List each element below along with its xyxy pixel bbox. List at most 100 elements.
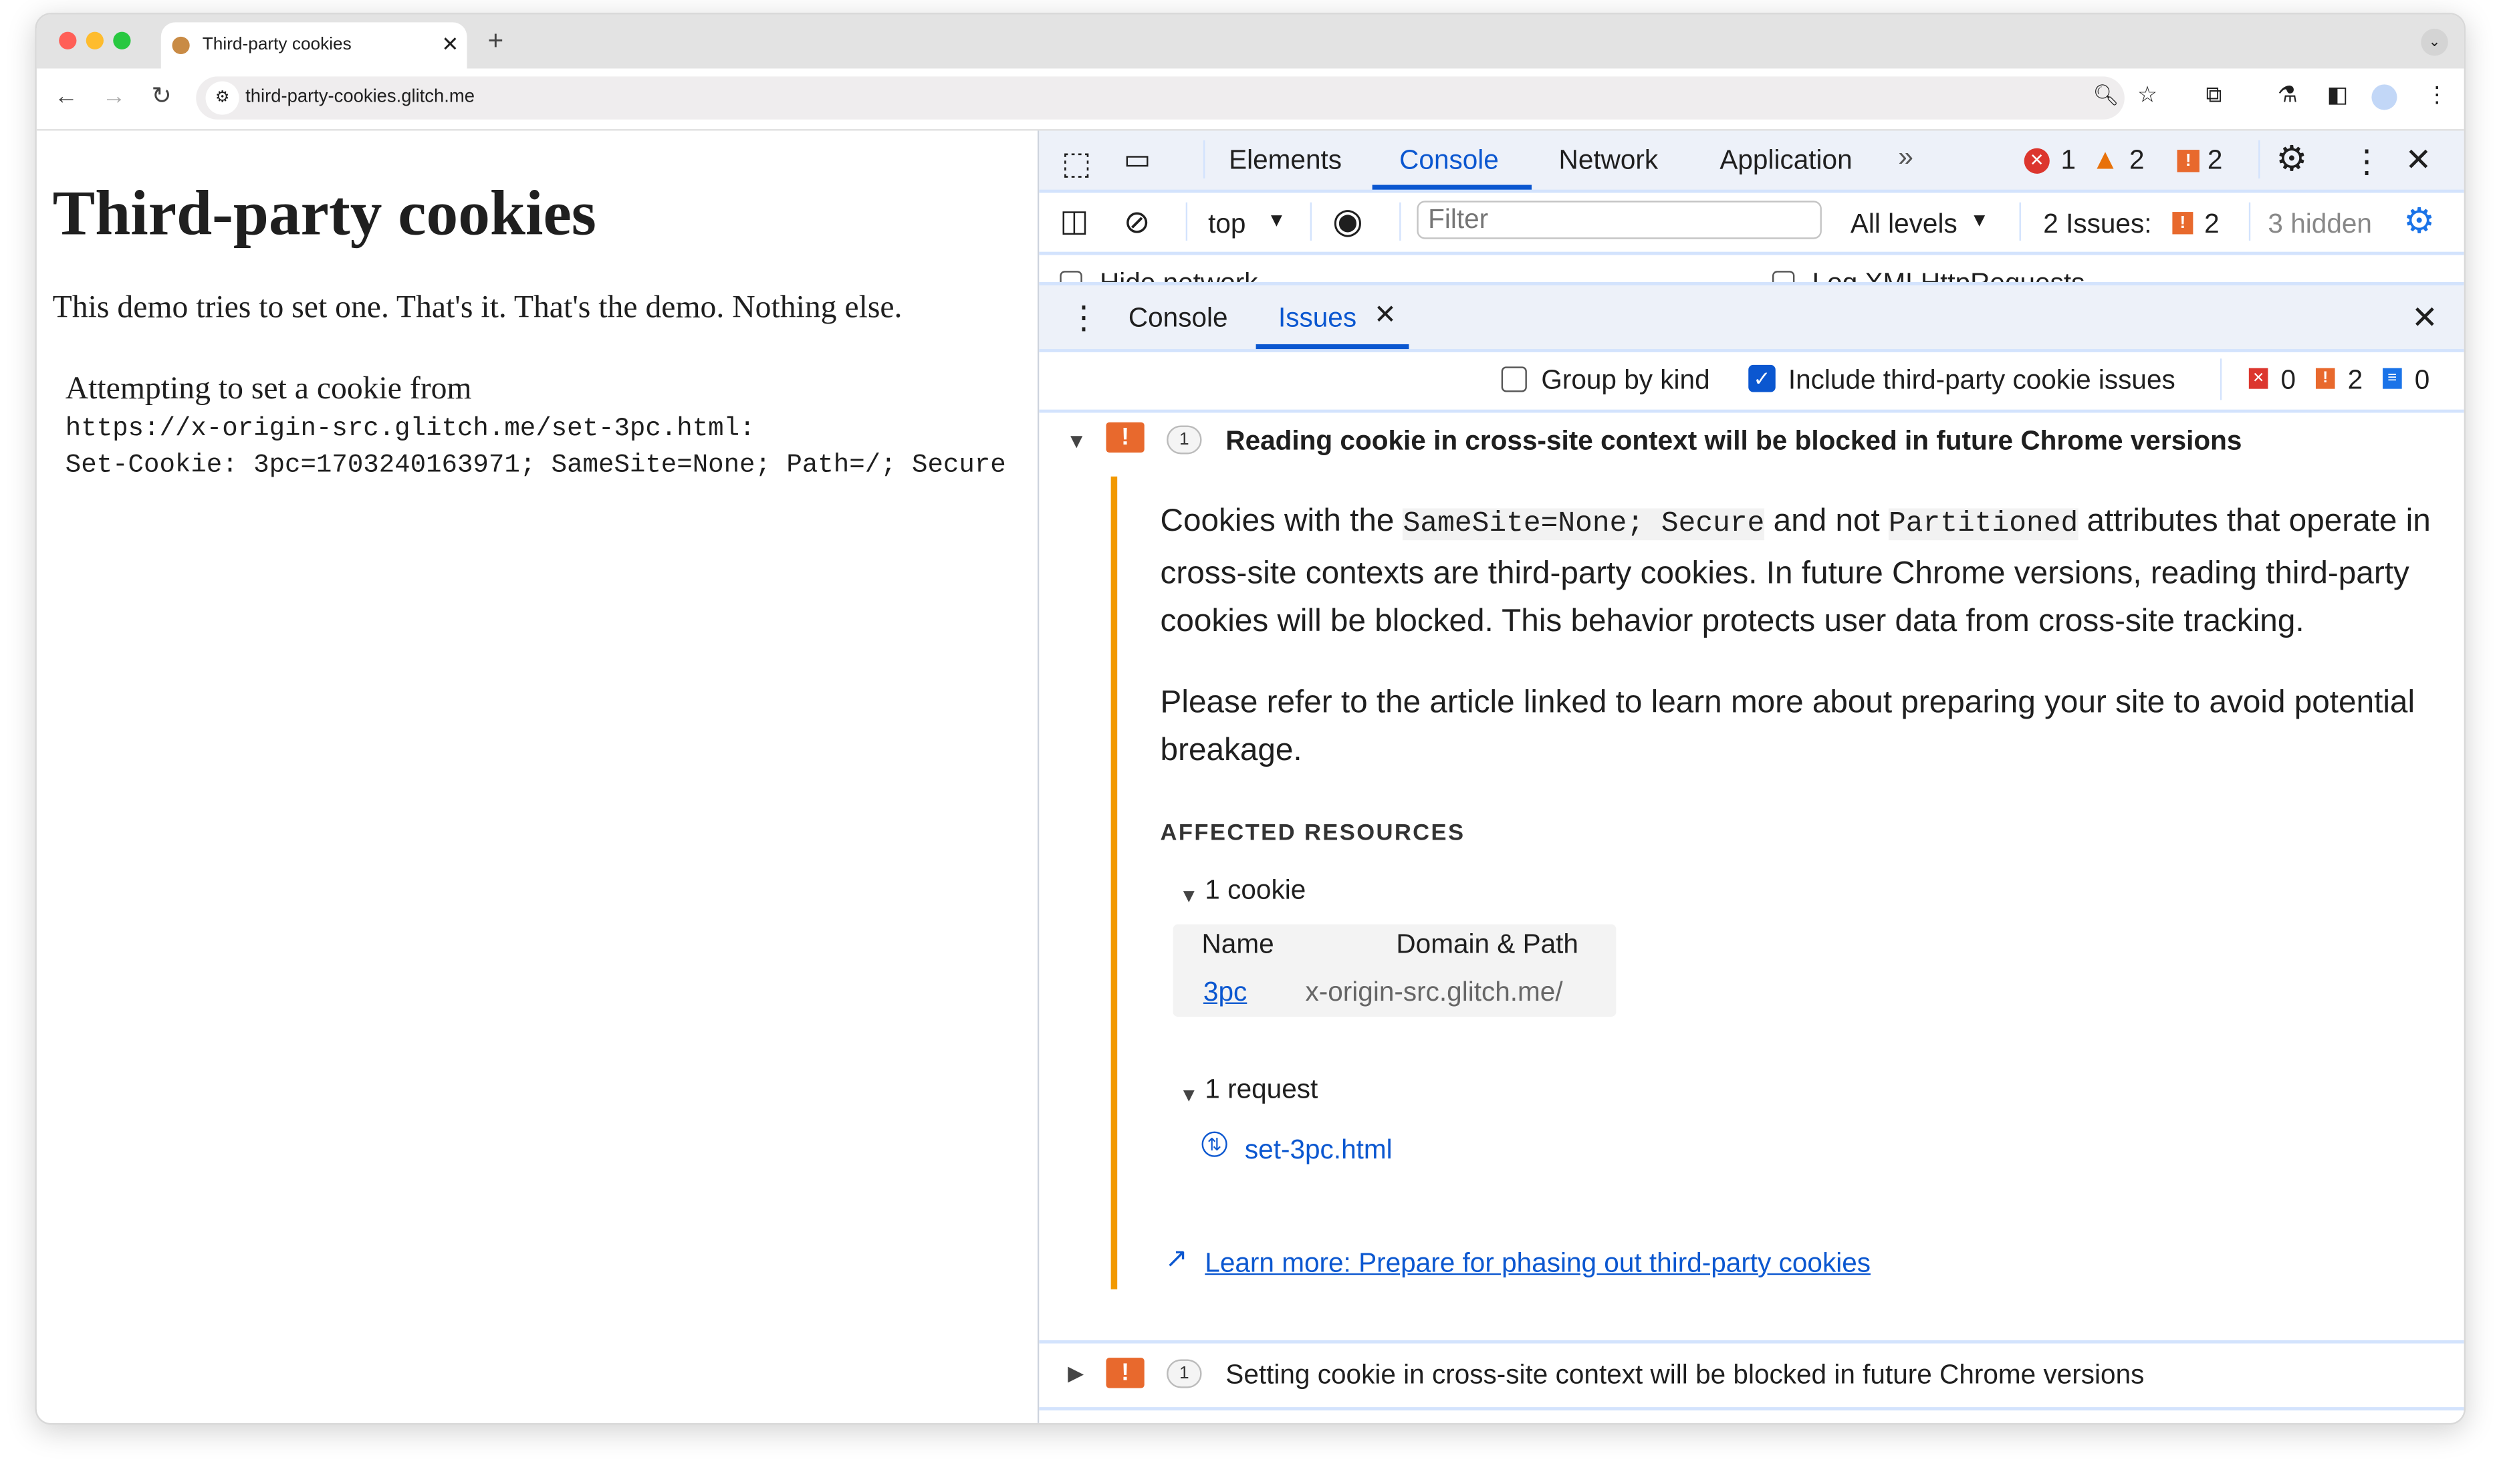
close-tab-icon[interactable]: ✕ [441, 32, 459, 57]
error-icon[interactable]: ✕ [2024, 148, 2050, 174]
error-issues-count: 0 [2280, 364, 2296, 396]
source-url: https://x-origin-src.glitch.me/set-3pc.h… [65, 412, 755, 443]
attempt-text: Attempting to set a cookie from [65, 371, 472, 406]
drawer-tab-console[interactable]: Console [1128, 303, 1228, 335]
close-devtools-icon[interactable]: ✕ [2405, 140, 2431, 180]
side-panel-icon[interactable]: ◧ [2327, 82, 2349, 109]
desc-text: and not [1764, 503, 1889, 539]
tab-application[interactable]: Application [1719, 145, 1852, 177]
close-issues-tab-icon[interactable]: ✕ [1374, 299, 1397, 332]
live-expression-eye-icon[interactable]: ◉ [1332, 201, 1363, 242]
devtools-tab-bar: ⬚ ▭ Elements Console Network Application… [1039, 130, 2464, 193]
include-third-party-checkbox[interactable]: ✓ [1748, 364, 1776, 392]
clear-console-icon[interactable]: ⊘ [1124, 203, 1151, 243]
url-text: third-party-cookies.glitch.me [245, 88, 475, 107]
cookie-name-link[interactable]: 3pc [1203, 977, 1247, 1009]
issue-description-2: Please refer to the article linked to le… [1160, 685, 2415, 769]
info-issues-icon: ≡ [2383, 368, 2402, 389]
browser-tab[interactable]: Third-party cookies ✕ [160, 22, 467, 69]
expand-chevron-right-icon[interactable]: ▶ [1068, 1361, 1084, 1386]
hide-network-checkbox[interactable] [1060, 271, 1082, 282]
issue-kind-icon: ! [1106, 422, 1145, 453]
column-header-name: Name [1201, 929, 1274, 960]
cookie-group-label[interactable]: 1 cookie [1205, 875, 1306, 907]
close-drawer-icon[interactable]: ✕ [2411, 298, 2438, 338]
tab-console[interactable]: Console [1399, 145, 1499, 177]
issue-title: Setting cookie in cross-site context wil… [1225, 1359, 2145, 1390]
log-xhr-checkbox[interactable] [1772, 271, 1795, 282]
request-group-chevron-icon[interactable]: ▼ [1179, 1084, 1198, 1106]
log-levels-dropdown[interactable]: All levels [1851, 209, 1957, 241]
forward-icon[interactable]: → [102, 83, 126, 110]
expand-chevron-down-icon[interactable]: ▼ [1066, 428, 1087, 453]
browser-window: Third-party cookies ✕ + ⌄ ← → ↻ ⚙ third-… [35, 13, 2466, 1425]
console-toolbar: ◫ ⊘ top ▼ ◉ All levels ▼ 2 Issues: ! 2 3… [1039, 193, 2464, 255]
maximize-window-button[interactable] [113, 31, 131, 49]
tab-network[interactable]: Network [1559, 145, 1659, 177]
affected-resources-heading: AFFECTED RESOURCES [1160, 820, 1465, 846]
extensions-icon[interactable]: ⧉ [2206, 82, 2222, 109]
reload-icon[interactable]: ↻ [151, 82, 171, 110]
group-by-kind-label: Group by kind [1541, 364, 1710, 396]
bookmark-star-icon[interactable]: ☆ [2137, 82, 2157, 109]
cookie-favicon-icon [172, 36, 190, 55]
address-bar[interactable]: ⚙ third-party-cookies.glitch.me [196, 76, 2125, 120]
new-tab-button[interactable]: + [488, 25, 504, 57]
desc-code: SameSite=None; Secure [1403, 508, 1765, 541]
issue-header-setting-cookie[interactable]: ▶ ! 1 Setting cookie in cross-site conte… [1039, 1340, 2464, 1410]
devtools-menu-icon[interactable]: ⋮ [2351, 142, 2383, 182]
issues-count[interactable]: 2 [2204, 209, 2220, 241]
context-selector[interactable]: top [1208, 209, 1245, 241]
site-settings-icon[interactable]: ⚙ [205, 81, 239, 115]
levels-dropdown-icon: ▼ [1970, 209, 1989, 231]
screen: Third-party cookies ✕ + ⌄ ← → ↻ ⚙ third-… [0, 0, 2499, 1484]
chrome-menu-icon[interactable]: ⋮ [2425, 82, 2448, 109]
inspect-element-icon[interactable]: ⬚ [1062, 144, 1092, 184]
settings-gear-icon[interactable]: ⚙ [2276, 138, 2307, 180]
error-count[interactable]: 1 [2061, 145, 2076, 177]
warning-icon[interactable]: ▲ [2091, 144, 2120, 177]
include-third-party-label: Include third-party cookie issues [1788, 364, 2175, 396]
network-request-icon: ⇅ [1201, 1131, 1227, 1157]
filter-input[interactable] [1417, 201, 1822, 239]
more-tabs-chevron-icon[interactable]: » [1898, 142, 1913, 174]
issue-header-reading-cookie[interactable]: ▼ ! 1 Reading cookie in cross-site conte… [1039, 412, 2464, 476]
error-issues-icon: ✕ [2248, 368, 2268, 389]
issue-title: Reading cookie in cross-site context wil… [1225, 425, 2242, 456]
issue-count-badge: 1 [1167, 425, 1202, 455]
warning-count[interactable]: 2 [2129, 145, 2145, 177]
cookie-domain: x-origin-src.glitch.me/ [1305, 977, 1563, 1007]
set-cookie-header: Set-Cookie: 3pc=1703240163971; SameSite=… [65, 449, 1006, 480]
affected-cookies-table: Name Domain & Path 3pc x-origin-src.glit… [1173, 924, 1617, 1017]
context-dropdown-icon[interactable]: ▼ [1267, 209, 1286, 231]
group-by-kind-checkbox[interactable] [1501, 366, 1527, 392]
drawer-tab-issues[interactable]: Issues [1278, 303, 1356, 335]
issue-count[interactable]: 2 [2208, 145, 2223, 177]
issues-count-label[interactable]: 2 Issues: [2043, 209, 2151, 241]
tab-search-chevron-icon[interactable]: ⌄ [2421, 28, 2448, 56]
hide-network-label: Hide network [1100, 268, 1258, 282]
back-icon[interactable]: ← [54, 83, 78, 110]
issue-icon[interactable]: ! [2177, 150, 2199, 172]
desc-code: Partitioned [1889, 508, 2078, 541]
zoom-icon[interactable]: 🔍︎ [2093, 83, 2119, 108]
drawer-menu-icon[interactable]: ⋮ [1068, 298, 1100, 338]
profile-avatar[interactable] [2371, 84, 2397, 110]
issues-toolbar: Group by kind ✓ Include third-party cook… [1039, 349, 2464, 413]
intro-text: This demo tries to set one. That's it. T… [52, 289, 903, 326]
labs-flask-icon[interactable]: ⚗ [2278, 82, 2298, 109]
close-window-button[interactable] [59, 31, 77, 49]
console-settings-gear-icon[interactable]: ⚙ [2403, 201, 2435, 242]
device-toolbar-icon[interactable]: ▭ [1124, 144, 1151, 177]
active-tab-indicator [1372, 184, 1532, 190]
cookie-group-chevron-icon[interactable]: ▼ [1179, 884, 1198, 906]
request-group-label[interactable]: 1 request [1205, 1074, 1318, 1106]
tab-elements[interactable]: Elements [1229, 145, 1342, 177]
sidebar-toggle-icon[interactable]: ◫ [1060, 204, 1088, 241]
external-link-icon: ↗ [1165, 1243, 1188, 1273]
learn-more-link[interactable]: Learn more: Prepare for phasing out thir… [1205, 1248, 1871, 1280]
request-link[interactable]: set-3pc.html [1245, 1134, 1393, 1166]
minimize-window-button[interactable] [86, 31, 104, 49]
drawer-active-tab-indicator [1256, 344, 1409, 350]
hidden-messages-count: 3 hidden [2268, 209, 2372, 239]
